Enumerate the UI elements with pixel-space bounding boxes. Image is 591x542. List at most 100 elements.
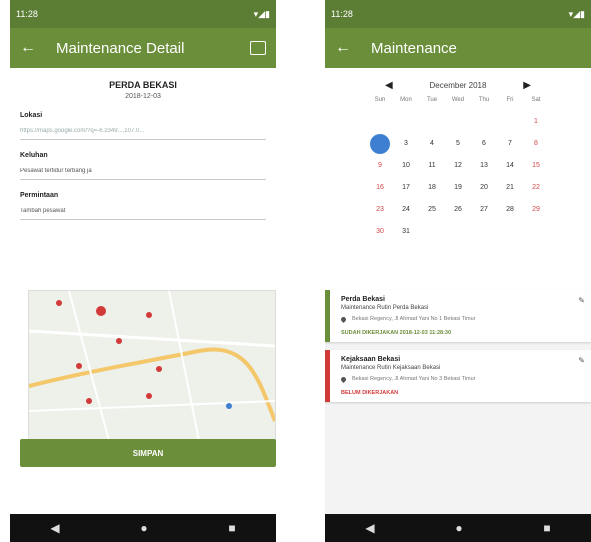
weekday-label: Mon <box>400 97 412 103</box>
location-input[interactable]: https://maps.google.com/?q=-6.2349...,10… <box>20 128 266 140</box>
field-label: Lokasi <box>20 112 43 119</box>
system-nav-bar: ◀ ● ■ <box>10 514 276 542</box>
prev-month-icon[interactable]: ◀ <box>385 80 393 91</box>
status-color-bar <box>325 350 330 402</box>
weekday-label: Sat <box>531 97 541 103</box>
calendar-day[interactable]: 13 <box>473 155 495 177</box>
status-time: 11:28 <box>16 9 38 19</box>
request-input[interactable]: Tambah pesawat <box>20 208 266 220</box>
complaint-field: Keluhan Pesawat tertidur terbang ja <box>10 152 276 180</box>
calendar-day[interactable]: 31 <box>395 221 417 243</box>
location-text: Bekasi Regency, Jl Ahmad Yani No 1 Bekas… <box>352 316 476 322</box>
recents-nav-icon[interactable]: ■ <box>228 521 235 535</box>
app-bar: ← Maintenance Detail <box>10 28 276 68</box>
weekday-label: Fri <box>506 97 514 103</box>
calendar-empty <box>473 221 495 243</box>
calendar-empty <box>447 221 469 243</box>
location-text: Bekasi Regency, Jl Ahmad Yani No 3 Bekas… <box>352 376 476 382</box>
detail-name: PERDA BEKASI <box>109 80 177 90</box>
calendar-day[interactable]: 18 <box>421 177 443 199</box>
calendar-day[interactable]: 20 <box>473 177 495 199</box>
status-bar: 11:28 ▾◢▮ <box>325 0 591 28</box>
calendar-day[interactable]: 19 <box>447 177 469 199</box>
calendar-day[interactable]: 14 <box>499 155 521 177</box>
calendar-day[interactable]: 4 <box>421 133 443 155</box>
back-nav-icon[interactable]: ◀ <box>50 521 59 535</box>
calendar-day[interactable]: 11 <box>421 155 443 177</box>
calendar-day[interactable]: 7 <box>499 133 521 155</box>
calendar-day[interactable]: 23 <box>369 199 391 221</box>
calendar-empty <box>421 111 443 133</box>
map-icon[interactable] <box>250 41 266 55</box>
calendar-day[interactable]: 5 <box>447 133 469 155</box>
status-bar: 11:28 ▾◢▮ <box>10 0 276 28</box>
calendar-day[interactable]: 1 <box>525 111 547 133</box>
calendar-empty <box>395 111 417 133</box>
status-icons: ▾◢▮ <box>568 8 585 19</box>
field-label: Keluhan <box>20 152 48 159</box>
calendar-day[interactable]: 21 <box>499 177 521 199</box>
field-label: Permintaan <box>20 192 59 199</box>
card-subtitle: Maintenance Rutin Kejaksaan Bekasi <box>341 365 441 371</box>
calendar-day[interactable]: 3 <box>395 133 417 155</box>
detail-date: 2018-12-03 <box>125 93 161 100</box>
calendar-day[interactable]: 12 <box>447 155 469 177</box>
calendar-day[interactable]: 25 <box>421 199 443 221</box>
back-nav-icon[interactable]: ◀ <box>365 521 374 535</box>
calendar-empty <box>447 111 469 133</box>
map-roads <box>29 291 275 441</box>
calendar-empty <box>421 221 443 243</box>
home-nav-icon[interactable]: ● <box>455 521 462 535</box>
calendar-day[interactable]: 29 <box>525 199 547 221</box>
recents-nav-icon[interactable]: ■ <box>543 521 550 535</box>
maintenance-list-screen: 11:28 ▾◢▮ ← Maintenance ◀ December 2018 … <box>325 0 591 542</box>
page-title: Maintenance Detail <box>56 39 185 57</box>
maintenance-detail-screen: 11:28 ▾◢▮ ← Maintenance Detail PERDA BEK… <box>10 0 276 542</box>
calendar-day[interactable]: 26 <box>447 199 469 221</box>
weekday-label: Sun <box>374 97 386 103</box>
calendar-day[interactable]: 9 <box>369 155 391 177</box>
calendar-empty <box>499 111 521 133</box>
edit-pencil-icon[interactable]: ✎ <box>578 296 585 305</box>
card-location: Bekasi Regency, Jl Ahmad Yani No 1 Bekas… <box>339 315 581 323</box>
calendar-empty <box>369 111 391 133</box>
page-title: Maintenance <box>371 39 457 57</box>
status-badge: BELUM DIKERJAKAN <box>341 390 399 396</box>
map-view[interactable] <box>28 290 276 442</box>
calendar-day[interactable]: 10 <box>395 155 417 177</box>
calendar-day[interactable]: 30 <box>369 221 391 243</box>
card-title: Perda Bekasi <box>341 296 385 303</box>
status-color-bar <box>325 290 330 342</box>
calendar-day[interactable]: 6 <box>473 133 495 155</box>
calendar-day[interactable]: 24 <box>395 199 417 221</box>
calendar-month: December 2018 <box>429 81 487 90</box>
calendar-day[interactable]: 2 <box>369 133 391 155</box>
back-arrow-icon[interactable]: ← <box>335 39 357 57</box>
back-arrow-icon[interactable]: ← <box>20 39 42 57</box>
complaint-input[interactable]: Pesawat tertidur terbang ja <box>20 168 266 180</box>
edit-pencil-icon[interactable]: ✎ <box>578 356 585 365</box>
calendar-empty <box>525 221 547 243</box>
calendar-day[interactable]: 22 <box>525 177 547 199</box>
system-nav-bar: ◀ ● ■ <box>325 514 591 542</box>
calendar-day[interactable]: 28 <box>499 199 521 221</box>
calendar-empty <box>473 111 495 133</box>
calendar-day[interactable]: 8 <box>525 133 547 155</box>
weekday-label: Thu <box>478 97 490 103</box>
calendar-header: ◀ December 2018 ▶ <box>325 80 591 91</box>
save-button[interactable]: SIMPAN <box>20 439 276 467</box>
card-title: Kejaksaan Bekasi <box>341 356 401 363</box>
calendar-day[interactable]: 27 <box>473 199 495 221</box>
request-field: Permintaan Tambah pesawat <box>10 192 276 220</box>
location-pin-icon <box>339 375 348 383</box>
calendar-day[interactable]: 15 <box>525 155 547 177</box>
calendar-day[interactable]: 17 <box>395 177 417 199</box>
maintenance-list: ✎ Perda Bekasi Maintenance Rutin Perda Bek… <box>325 290 591 514</box>
next-month-icon[interactable]: ▶ <box>523 80 531 91</box>
maintenance-card[interactable]: ✎ Kejaksaan Bekasi Maintenance Rutin Kejak… <box>325 350 591 402</box>
calendar-grid: SunMonTueWedThuFriSat1234567891011121314… <box>325 97 591 243</box>
home-nav-icon[interactable]: ● <box>140 521 147 535</box>
card-subtitle: Maintenance Rutin Perda Bekasi <box>341 305 429 311</box>
maintenance-card[interactable]: ✎ Perda Bekasi Maintenance Rutin Perda Bek… <box>325 290 591 342</box>
calendar-day[interactable]: 16 <box>369 177 391 199</box>
